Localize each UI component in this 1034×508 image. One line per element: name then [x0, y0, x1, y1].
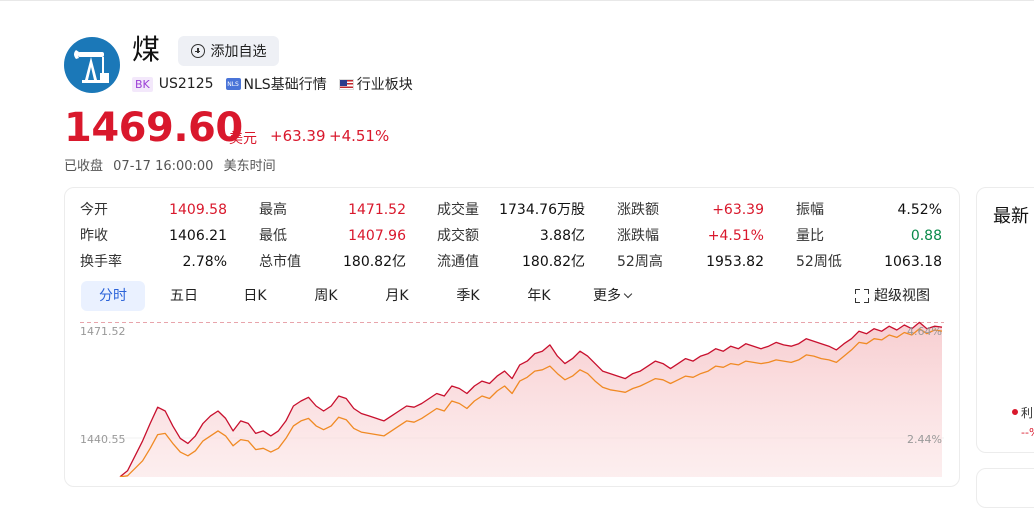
stat-value: 0.88 — [910, 228, 942, 244]
add-watchlist-label: 添加自选 — [210, 44, 267, 60]
tab-label: 周K — [314, 288, 338, 304]
tab-1[interactable]: 五日 — [152, 281, 216, 311]
y-tick-right-top: 4.64% — [907, 325, 942, 338]
y-tick-left-mid: 1440.55 — [80, 433, 126, 446]
price-area-fill — [120, 322, 942, 477]
stat-label: 涨跌幅 — [617, 228, 659, 244]
top-divider — [0, 0, 1034, 1]
stat-label: 52周低 — [796, 254, 842, 270]
tab-7[interactable]: 更多 — [578, 281, 646, 311]
stat-value: 1409.58 — [169, 202, 227, 218]
stat-label: 量比 — [796, 228, 824, 244]
nls-quote-link[interactable]: NLS基础行情 — [244, 74, 327, 94]
stat-value: 1063.18 — [884, 254, 942, 270]
stat-value: 1406.21 — [169, 228, 227, 244]
tab-label: 季K — [456, 288, 480, 304]
side-legend-label: 利 — [1021, 406, 1034, 420]
tab-3[interactable]: 周K — [294, 281, 358, 311]
sector-code: US2125 — [158, 76, 214, 92]
chevron-down-icon — [623, 289, 633, 299]
y-tick-left-top: 1471.52 — [80, 325, 126, 338]
side-legend-value: --% — [1021, 426, 1034, 439]
side-panel: 最新 利 --% — [976, 187, 1034, 453]
price-change-percent: +4.51% — [329, 127, 390, 145]
stat-value: 1734.76万股 — [499, 202, 585, 218]
market-status: 已收盘 07-17 16:00:00 美东时间 — [64, 155, 282, 174]
stat-value: 2.78% — [182, 254, 227, 270]
fullscreen-icon — [855, 289, 869, 303]
stat-value: 3.88亿 — [539, 228, 585, 244]
quote-datetime: 07-17 16:00:00 — [113, 159, 214, 174]
nls-icon: NLS — [225, 78, 241, 90]
stat-label: 振幅 — [796, 202, 824, 218]
stat-value: 180.82亿 — [522, 254, 585, 270]
price-currency: 美元 — [229, 131, 257, 147]
stat-value: +63.39 — [712, 202, 764, 218]
super-view-button[interactable]: 超级视图 — [855, 281, 930, 311]
price-change: +63.39 — [270, 127, 326, 145]
tag-row: BK US2125 NLS NLS基础行情 行业板块 — [132, 74, 413, 94]
y-tick-right-mid: 2.44% — [907, 433, 942, 446]
tab-label: 更多 — [593, 288, 621, 304]
page-title: 煤 — [132, 33, 161, 66]
side-panel-title: 最新 — [993, 206, 1029, 227]
stat-label: 昨收 — [80, 228, 108, 244]
market-status-text: 已收盘 — [64, 159, 104, 174]
plus-circle-icon — [190, 44, 205, 58]
stat-label: 成交量 — [437, 202, 479, 218]
oil-pump-icon — [74, 50, 109, 83]
stat-label: 成交额 — [437, 228, 479, 244]
tab-0[interactable]: 分时 — [81, 281, 145, 311]
sector-logo — [64, 37, 120, 93]
tab-6[interactable]: 年K — [507, 281, 571, 311]
tab-label: 月K — [385, 288, 409, 304]
tab-label: 分时 — [99, 288, 127, 304]
super-view-label: 超级视图 — [874, 288, 930, 304]
tab-label: 年K — [527, 288, 551, 304]
bk-badge: BK — [132, 76, 153, 92]
quote-timezone: 美东时间 — [223, 159, 276, 174]
stat-value: 4.52% — [897, 202, 942, 218]
intraday-chart[interactable]: 1471.52 1440.55 4.64% 2.44% — [80, 320, 944, 478]
stat-value: 180.82亿 — [343, 254, 406, 270]
us-flag-icon — [338, 78, 354, 90]
stat-label: 涨跌额 — [617, 202, 659, 218]
side-panel-lower — [976, 468, 1034, 508]
stat-label: 52周高 — [617, 254, 663, 270]
sector-type-label: 行业板块 — [356, 77, 413, 93]
stat-label: 流通值 — [437, 254, 479, 270]
stat-label: 今开 — [80, 202, 108, 218]
stat-value: 1471.52 — [348, 202, 406, 218]
last-price: 1469.60 — [64, 105, 243, 151]
stat-value: +4.51% — [707, 228, 764, 244]
tab-label: 五日 — [170, 288, 198, 304]
stat-label: 最高 — [259, 202, 287, 218]
stat-label: 换手率 — [80, 254, 122, 270]
tab-4[interactable]: 月K — [365, 281, 429, 311]
intraday-chart-svg[interactable] — [80, 320, 944, 478]
tab-label: 日K — [243, 288, 267, 304]
legend-dot — [1012, 409, 1018, 415]
stat-value: 1953.82 — [706, 254, 764, 270]
tab-5[interactable]: 季K — [436, 281, 500, 311]
tab-2[interactable]: 日K — [223, 281, 287, 311]
stat-label: 总市值 — [259, 254, 301, 270]
stat-value: 1407.96 — [348, 228, 406, 244]
add-watchlist-button[interactable]: 添加自选 — [178, 36, 279, 66]
stat-label: 最低 — [259, 228, 287, 244]
